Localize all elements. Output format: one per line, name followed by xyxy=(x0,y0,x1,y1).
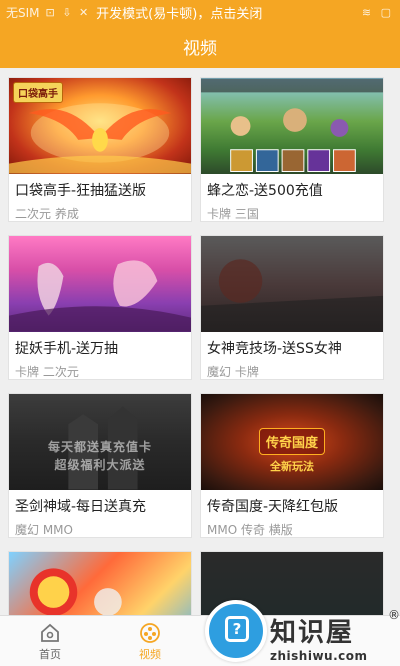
video-card[interactable]: 每天都送真充值卡 超级福利大派送 圣剑神域-每日送真充 魔幻 MMO xyxy=(8,393,192,538)
thumbnail-watermark-2: 超级福利大派送 xyxy=(54,458,146,472)
video-title: 口袋高手-狂抽猛送版 xyxy=(15,183,147,199)
video-title: 蜂之恋-送500充值 xyxy=(207,183,323,199)
tab-home[interactable]: 首页 xyxy=(0,616,100,666)
video-thumbnail[interactable]: 每天都送真充值卡 超级福利大派送 xyxy=(9,394,191,490)
game-emblem: 传奇国度 xyxy=(258,428,326,455)
game-logo: 口袋高手 xyxy=(13,82,63,103)
site-name: 知识屋 xyxy=(270,618,355,648)
video-thumbnail[interactable] xyxy=(201,78,383,174)
game-tagline: 全新玩法 xyxy=(270,460,314,473)
video-icon xyxy=(140,623,160,643)
video-tags: 卡牌 三国 xyxy=(207,207,259,221)
registered-mark: ® xyxy=(388,608,400,622)
app-bar: 视频 xyxy=(0,24,400,68)
video-title: 传奇国度-天降红包版 xyxy=(207,499,339,515)
video-tags: 卡牌 二次元 xyxy=(15,365,79,379)
video-thumbnail[interactable] xyxy=(9,552,191,615)
video-card[interactable]: 捉妖手机-送万抽 卡牌 二次元 xyxy=(8,235,192,380)
video-thumbnail[interactable] xyxy=(9,236,191,332)
tab-label: 首页 xyxy=(39,648,61,661)
video-tags: 魔幻 MMO xyxy=(15,523,73,537)
video-card[interactable]: 传奇国度 全新玩法 传奇国度-天降红包版 MMO 传奇 横版 xyxy=(200,393,384,538)
battle-scene-illustration xyxy=(201,78,383,172)
video-tags: MMO 传奇 横版 xyxy=(207,523,293,537)
tab-label: 视频 xyxy=(139,648,161,661)
video-tags: 魔幻 卡牌 xyxy=(207,365,259,379)
site-url: zhishiwu.com xyxy=(270,649,368,663)
carrier-label: 无SIM xyxy=(6,5,40,20)
butterfly-illustration xyxy=(9,260,191,332)
dark-forest-illustration xyxy=(201,259,383,332)
video-card[interactable]: 蜂之恋-送500充值 卡牌 三国 xyxy=(200,77,384,222)
home-icon xyxy=(41,623,59,642)
gift-illustration xyxy=(29,568,122,615)
site-watermark: 知识屋 zhishiwu.com ® xyxy=(270,608,400,663)
video-title: 女神竞技场-送SS女神 xyxy=(207,341,342,357)
video-card[interactable] xyxy=(8,551,192,615)
status-icons: ⊡ ⇩ ✕ xyxy=(45,5,91,19)
dev-mode-banner[interactable]: 开发模式(易卡顿)，点击关闭 xyxy=(96,3,262,22)
tab-video[interactable]: 视频 xyxy=(100,616,200,666)
video-tags: 二次元 养成 xyxy=(15,207,79,221)
status-bar: 无SIM ⊡ ⇩ ✕ 开发模式(易卡顿)，点击关闭 ≋ ▢ xyxy=(0,0,400,24)
video-thumbnail[interactable] xyxy=(201,236,383,332)
video-title: 捉妖手机-送万抽 xyxy=(15,341,119,357)
video-thumbnail[interactable]: 传奇国度 全新玩法 xyxy=(201,394,383,490)
video-card[interactable]: 女神竞技场-送SS女神 魔幻 卡牌 xyxy=(200,235,384,380)
video-thumbnail[interactable]: 口袋高手 xyxy=(9,78,191,174)
video-card[interactable]: 口袋高手 口袋高手-狂抽猛送版 二次元 养成 xyxy=(8,77,192,222)
video-title: 圣剑神域-每日送真充 xyxy=(15,499,147,515)
signal-icon: ≋ ▢ xyxy=(361,5,394,19)
video-grid: 口袋高手 口袋高手-狂抽猛送版 二次元 养成 蜂之恋-送500充值 卡牌 三国 xyxy=(0,68,400,615)
page-title: 视频 xyxy=(183,38,217,59)
thumbnail-watermark: 每天都送真充值卡 xyxy=(47,440,152,454)
help-badge-icon: ? xyxy=(205,600,267,662)
